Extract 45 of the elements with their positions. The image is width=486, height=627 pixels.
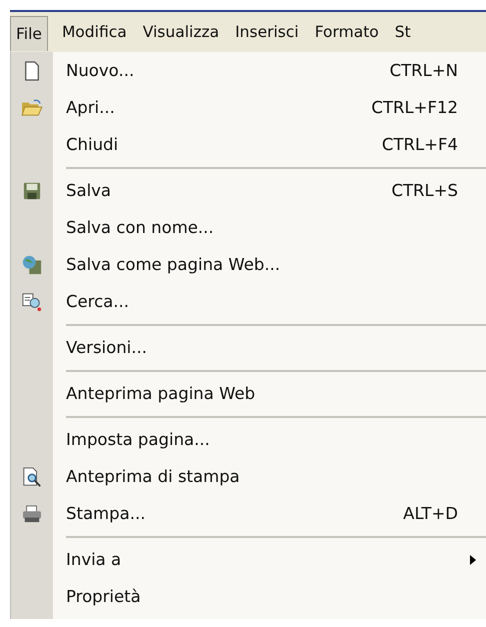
menu-item[interactable]: Apri... CTRL+F12 (11, 89, 486, 126)
shortcut-label: CTRL+F4 (382, 135, 458, 154)
menu-item[interactable]: Versioni... (11, 329, 486, 366)
menu-item[interactable]: Anteprima pagina Web (11, 375, 486, 412)
globe-document-icon (22, 254, 42, 274)
menu-item[interactable]: Proprietà (11, 578, 486, 615)
menu-item[interactable]: Anteprima di stampa (11, 458, 486, 495)
menu-item[interactable]: Salva come pagina Web... (11, 246, 486, 283)
menu-bar-item[interactable]: Visualizza (134, 14, 228, 50)
menu-bar-item[interactable]: File (10, 16, 48, 50)
menu-item-label: Proprietà (66, 587, 142, 606)
shortcut-label: CTRL+N (390, 61, 458, 80)
menu-item[interactable]: Stampa... ALT+D (11, 495, 486, 532)
menu-item[interactable]: Cerca... (11, 283, 486, 320)
menu-item[interactable]: Invia a (11, 541, 486, 578)
menu-item-label: Imposta pagina... (66, 430, 211, 449)
search-icon (22, 292, 42, 312)
menu-item-label: Stampa... (66, 504, 146, 523)
menu-item-label: Salva come pagina Web... (66, 255, 282, 274)
menu-bar-item[interactable]: Inserisci (227, 14, 307, 50)
menu-item[interactable]: Salva CTRL+S (11, 172, 486, 209)
menu-item-label: Invia a (66, 550, 122, 569)
menu-bar-item[interactable]: St (386, 14, 419, 50)
folder-icon (21, 98, 43, 116)
menu-bar-item[interactable]: Formato (306, 14, 387, 50)
menu-item-label: Nuovo... (66, 61, 136, 80)
print-preview-icon (22, 466, 42, 486)
menu-item-label: Cerca... (66, 292, 130, 311)
printer-icon (22, 504, 42, 522)
shortcut-label: CTRL+S (391, 181, 458, 200)
menu-item-label: Salva con nome... (66, 218, 215, 237)
menu-item-label: Anteprima di stampa (66, 467, 241, 486)
menu-item[interactable]: Chiudi CTRL+F4 (11, 126, 486, 163)
menu-item-label: Chiudi (66, 135, 120, 154)
menu-bar-item[interactable]: Modifica (54, 14, 135, 50)
shortcut-label: ALT+D (403, 504, 458, 523)
menu-item-label: Versioni... (66, 338, 148, 357)
menu-item-label: Salva (66, 181, 112, 200)
shortcut-label: CTRL+F12 (371, 98, 458, 117)
menu-item-label: Apri... (66, 98, 116, 117)
menu-item[interactable]: Imposta pagina... (11, 421, 486, 458)
menu-item[interactable]: Salva con nome... (11, 209, 486, 246)
menu-item[interactable]: Nuovo... CTRL+N (11, 52, 486, 89)
blank-page-icon (23, 60, 41, 80)
menu-item-label: Anteprima pagina Web (66, 384, 256, 403)
